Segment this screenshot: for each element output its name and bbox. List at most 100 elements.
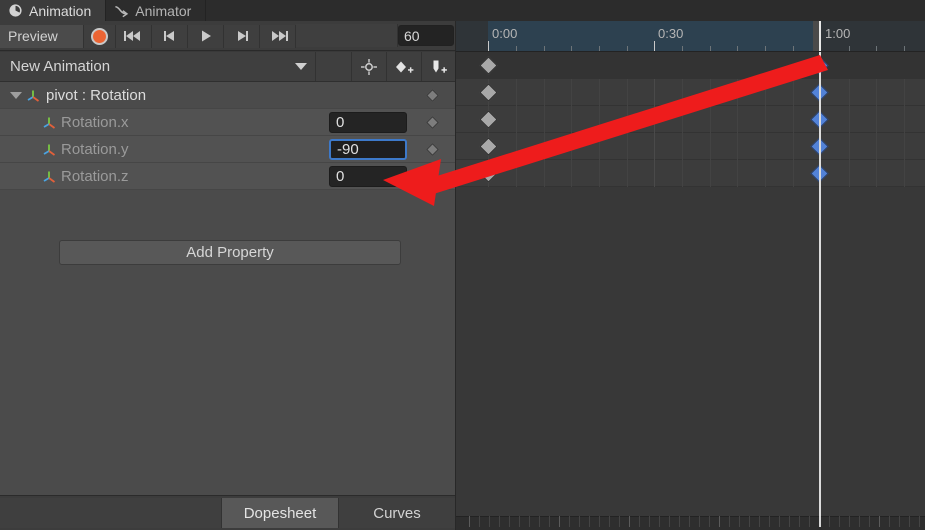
- step-forward-icon: [237, 31, 248, 41]
- playhead-line[interactable]: [819, 52, 821, 516]
- view-mode-bar: Dopesheet Curves: [0, 495, 455, 530]
- keyframe-toggle-icon[interactable]: [426, 170, 439, 183]
- record-dot-icon: [91, 27, 108, 45]
- property-group-label: pivot : Rotation: [46, 87, 147, 104]
- property-value-field-rotation-y[interactable]: -90: [329, 139, 407, 160]
- transform-axis-icon: [43, 117, 56, 129]
- dopesheet-grid[interactable]: [456, 52, 925, 516]
- keyframe-toggle-icon[interactable]: [426, 143, 439, 156]
- mini-ruler-tick: [839, 516, 840, 527]
- first-frame-button[interactable]: [116, 24, 152, 48]
- skip-to-start-icon: [123, 31, 140, 41]
- mini-ruler-tick: [909, 516, 910, 527]
- tab-animation[interactable]: Animation: [0, 0, 107, 21]
- tab-dopesheet[interactable]: Dopesheet: [221, 498, 338, 528]
- property-value-text: 0: [336, 114, 345, 131]
- record-button[interactable]: [84, 24, 116, 48]
- tab-animation-label: Animation: [29, 2, 92, 19]
- window-tab-bar: Animation Animator: [0, 0, 925, 21]
- chevron-down-icon: [295, 63, 307, 70]
- clock-icon: [9, 4, 22, 17]
- property-value-field-rotation-x[interactable]: 0: [329, 112, 407, 133]
- dopesheet-empty-area[interactable]: [456, 187, 925, 516]
- dopesheet-gridline: [876, 79, 877, 187]
- property-value-field-rotation-z[interactable]: 0: [329, 166, 407, 187]
- mini-ruler-tick: [719, 516, 720, 527]
- property-value-text: -90: [337, 141, 359, 158]
- mini-ruler-tick: [699, 516, 700, 527]
- timeline-pane: 0:00 0:30 1:00: [455, 21, 925, 530]
- playhead-ruler-marker[interactable]: [819, 21, 821, 52]
- step-back-icon: [163, 31, 174, 41]
- expand-collapse-triangle-icon[interactable]: [10, 92, 22, 99]
- preview-button-label: Preview: [8, 28, 58, 44]
- dopesheet-gridline: [682, 79, 683, 187]
- mini-ruler-tick: [549, 516, 550, 527]
- tab-dopesheet-label: Dopesheet: [243, 504, 317, 522]
- tab-curves[interactable]: Curves: [338, 498, 455, 528]
- tab-animator-label: Animator: [135, 2, 192, 19]
- dopesheet-gridline: [599, 79, 600, 187]
- property-row-rotation-x[interactable]: Rotation.x 0: [0, 109, 455, 136]
- next-frame-button[interactable]: [224, 24, 260, 48]
- mini-ruler-tick: [859, 516, 860, 527]
- dopesheet-row[interactable]: [456, 160, 925, 187]
- keyframe-toggle-icon[interactable]: [426, 116, 439, 129]
- clip-selector-dropdown[interactable]: New Animation: [0, 52, 316, 81]
- dopesheet-row[interactable]: [456, 79, 925, 106]
- dopesheet-row[interactable]: [456, 133, 925, 160]
- tab-animator[interactable]: Animator: [106, 0, 207, 21]
- property-row-label: Rotation.y: [61, 141, 129, 158]
- mini-ruler-tick: [619, 516, 620, 527]
- dopesheet-row[interactable]: [456, 106, 925, 133]
- mini-ruler-tick: [569, 516, 570, 527]
- mini-ruler-tick: [779, 516, 780, 527]
- play-icon: [201, 30, 211, 42]
- mini-ruler-tick: [669, 516, 670, 527]
- dopesheet-row-group[interactable]: [456, 52, 925, 79]
- property-group-row[interactable]: pivot : Rotation: [0, 82, 455, 109]
- frame-field[interactable]: 60: [398, 25, 454, 46]
- property-row-label: Rotation.x: [61, 114, 129, 131]
- dopesheet-gridline: [793, 79, 794, 187]
- mini-ruler-tick: [769, 516, 770, 527]
- add-property-button[interactable]: Add Property: [59, 240, 401, 265]
- group-keyframe-toggle-icon[interactable]: [426, 89, 439, 102]
- mini-ruler-tick: [589, 516, 590, 527]
- previous-frame-button[interactable]: [152, 24, 188, 48]
- timeline-ruler[interactable]: 0:00 0:30 1:00: [456, 21, 925, 52]
- play-button[interactable]: [188, 24, 224, 48]
- clip-selector-label: New Animation: [10, 58, 111, 75]
- mini-ruler-tick: [689, 516, 690, 527]
- property-row-rotation-y[interactable]: Rotation.y -90: [0, 136, 455, 163]
- add-event-button[interactable]: [422, 52, 457, 81]
- preview-button[interactable]: Preview: [0, 24, 84, 48]
- mini-ruler-tick: [499, 516, 500, 527]
- animator-node-icon: [115, 6, 129, 18]
- skip-to-end-icon: [271, 31, 288, 41]
- tab-curves-label: Curves: [373, 504, 421, 522]
- dopesheet-gridline: [737, 79, 738, 187]
- row-separator: [0, 189, 455, 190]
- add-keyframe-button[interactable]: [387, 52, 422, 81]
- mini-ruler-tick: [649, 516, 650, 527]
- dopesheet-gridline: [544, 79, 545, 187]
- mini-ruler-tick: [659, 516, 660, 527]
- animation-window: Animation Animator Preview 60 New Animat…: [0, 0, 925, 530]
- mini-ruler-tick: [599, 516, 600, 527]
- last-frame-button[interactable]: [260, 24, 296, 48]
- ruler-label: 1:00: [825, 26, 851, 41]
- mini-ruler-tick: [629, 516, 630, 527]
- mini-ruler-tick: [489, 516, 490, 527]
- mini-ruler-tick: [639, 516, 640, 527]
- property-row-rotation-z[interactable]: Rotation.z 0: [0, 163, 455, 190]
- mini-ruler-playhead: [819, 516, 821, 527]
- transform-axis-icon: [43, 171, 56, 183]
- mini-ruler-tick: [749, 516, 750, 527]
- dopesheet-gridline: [571, 79, 572, 187]
- mini-ruler-tick: [789, 516, 790, 527]
- ruler-label: 0:30: [658, 26, 684, 41]
- mini-ruler-tick: [889, 516, 890, 527]
- filter-keys-button[interactable]: [352, 52, 387, 81]
- add-property-label: Add Property: [186, 244, 274, 261]
